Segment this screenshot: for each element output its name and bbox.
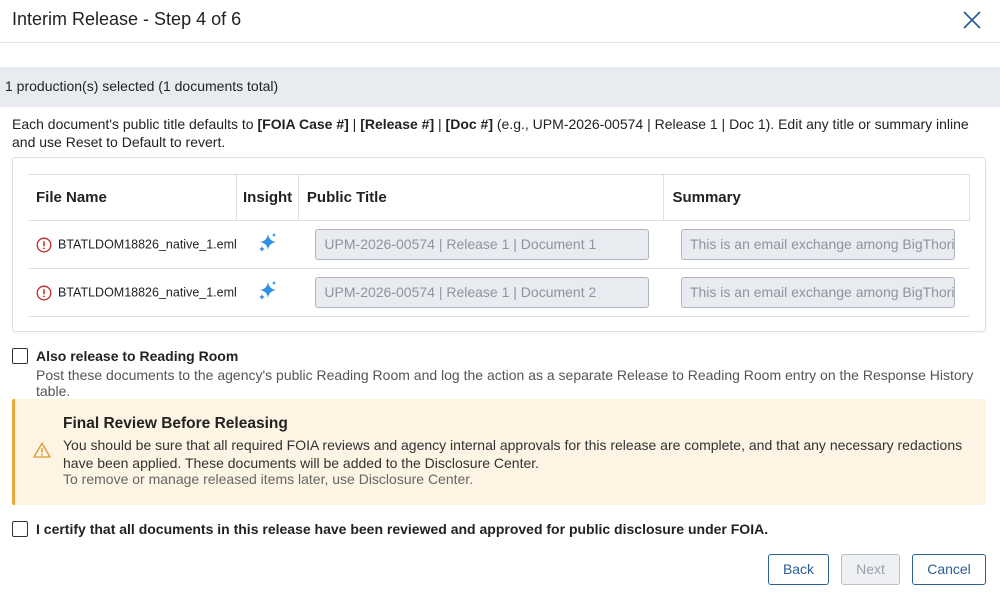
column-header-file-name: File Name xyxy=(28,174,238,221)
case-token: [FOIA Case #] xyxy=(257,116,349,132)
file-name-cell: BTATLDOM18826_native_1.eml xyxy=(28,220,237,269)
next-button[interactable]: Next xyxy=(841,554,900,585)
error-icon xyxy=(36,285,52,301)
public-title-cell: UPM-2026-00574 | Release 1 | Document 2 xyxy=(298,268,664,317)
documents-table: File Name Insight Public Title Summary B… xyxy=(28,174,970,317)
file-name-cell: BTATLDOM18826_native_1.eml xyxy=(28,268,237,317)
selection-summary: 1 production(s) selected (1 documents to… xyxy=(5,78,279,94)
column-header-insight: Insight xyxy=(236,174,299,221)
final-review-warning: Final Review Before Releasing You should… xyxy=(12,399,986,505)
documents-card: File Name Insight Public Title Summary B… xyxy=(12,157,986,332)
warning-title: Final Review Before Releasing xyxy=(63,415,288,432)
file-name: BTATLDOM18826_native_1.eml xyxy=(58,236,237,251)
separator: | xyxy=(348,116,361,132)
sparkle-icon[interactable] xyxy=(257,233,279,257)
separator: | xyxy=(434,116,446,132)
reading-room-description: Post these documents to the agency's pub… xyxy=(36,367,974,399)
error-icon xyxy=(36,237,52,253)
column-header-public-title: Public Title xyxy=(298,174,665,221)
title-defaults-description: Each document's public title defaults to… xyxy=(12,115,992,151)
warning-body: You should be sure that all required FOI… xyxy=(63,437,963,471)
certify-checkbox[interactable] xyxy=(12,521,28,537)
back-button[interactable]: Back xyxy=(768,554,829,585)
description-text: Each document's public title defaults to xyxy=(12,116,258,132)
close-icon[interactable] xyxy=(960,8,984,32)
summary-input[interactable]: This is an email exchange among BigThori xyxy=(680,277,955,308)
column-header-summary: Summary xyxy=(663,174,970,221)
insight-cell xyxy=(236,220,299,269)
insight-cell xyxy=(236,268,299,317)
table-row: BTATLDOM18826_native_1.eml UPM-2026-0057… xyxy=(28,268,970,317)
doc-token: [Doc #] xyxy=(445,116,493,132)
warning-icon xyxy=(33,442,51,458)
warning-subtext: To remove or manage released items later… xyxy=(63,471,474,487)
public-title-input[interactable]: UPM-2026-00574 | Release 1 | Document 1 xyxy=(315,229,650,260)
reading-room-checkbox[interactable] xyxy=(12,348,28,364)
dialog-header: Interim Release - Step 4 of 6 xyxy=(0,0,1000,43)
certify-label[interactable]: I certify that all documents in this rel… xyxy=(36,521,768,537)
dialog-title: Interim Release - Step 4 of 6 xyxy=(12,9,242,29)
summary-input[interactable]: This is an email exchange among BigThori xyxy=(680,229,955,260)
release-token: [Release #] xyxy=(360,116,435,132)
public-title-cell: UPM-2026-00574 | Release 1 | Document 1 xyxy=(298,220,664,269)
selection-summary-bar: 1 production(s) selected (1 documents to… xyxy=(0,67,1000,107)
public-title-input[interactable]: UPM-2026-00574 | Release 1 | Document 2 xyxy=(315,277,650,308)
sparkle-icon[interactable] xyxy=(257,281,279,305)
summary-cell: This is an email exchange among BigThori xyxy=(663,220,970,269)
cancel-button[interactable]: Cancel xyxy=(912,554,986,585)
table-row: BTATLDOM18826_native_1.eml UPM-2026-0057… xyxy=(28,220,970,269)
file-name: BTATLDOM18826_native_1.eml xyxy=(58,284,237,299)
summary-cell: This is an email exchange among BigThori xyxy=(663,268,970,317)
reading-room-label[interactable]: Also release to Reading Room xyxy=(36,348,238,364)
